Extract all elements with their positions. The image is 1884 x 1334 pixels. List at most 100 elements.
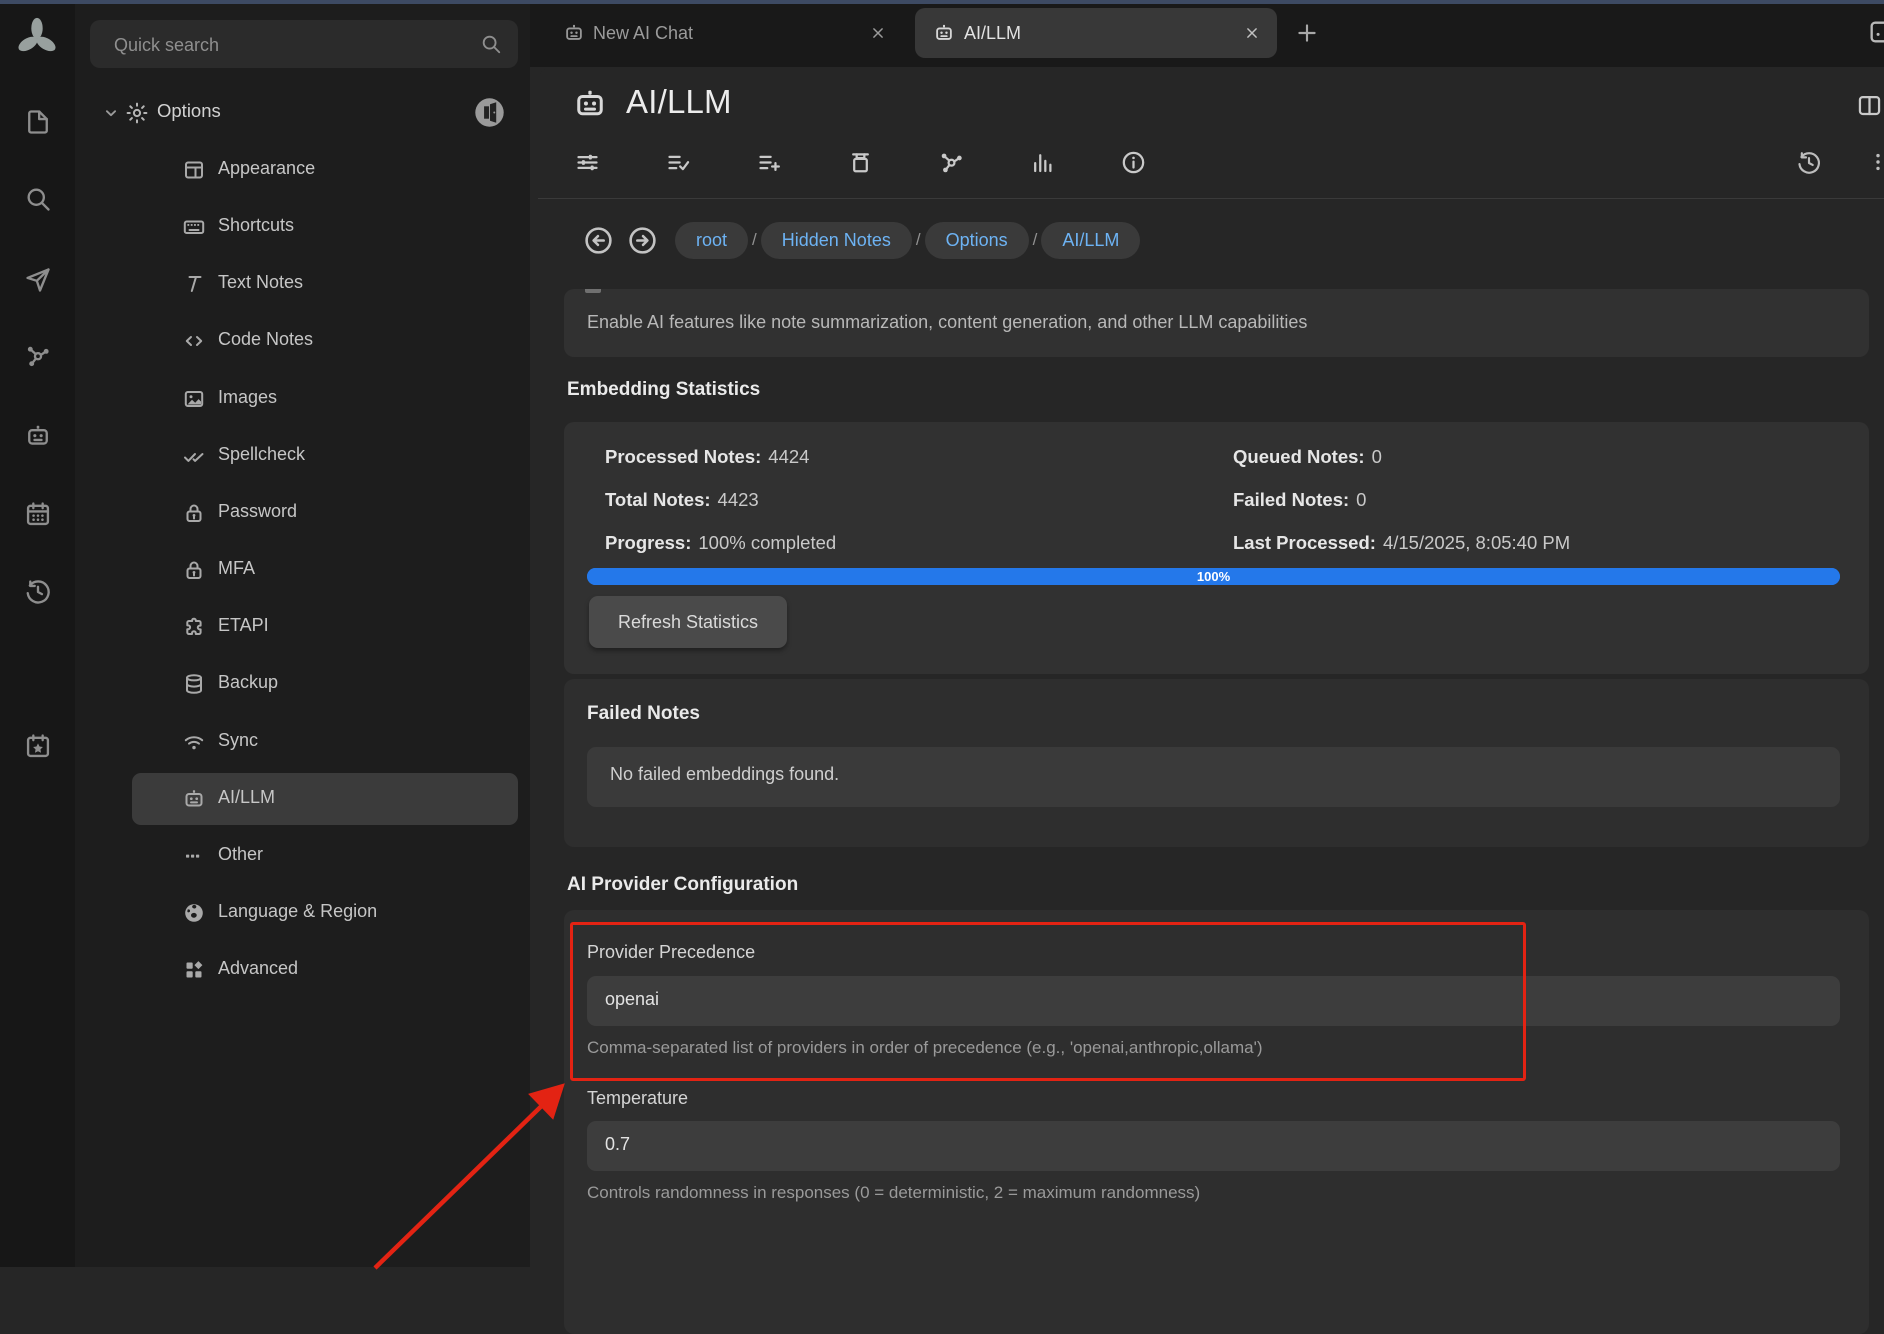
puzzle-icon	[182, 615, 206, 639]
sidebar-item-label[interactable]: Code Notes	[218, 329, 313, 350]
sidebar-item-label[interactable]: Images	[218, 387, 277, 408]
search-input[interactable]	[112, 20, 476, 70]
sidebar-item-label[interactable]: Appearance	[218, 158, 315, 179]
sidebar-item-label[interactable]: Text Notes	[218, 272, 303, 293]
wifi-icon	[182, 730, 206, 754]
sidebar-item-sync[interactable]: Sync	[75, 722, 530, 762]
breadcrumb-separator: /	[916, 230, 921, 250]
trilium-logo-icon	[15, 14, 59, 58]
sidebar-item-appearance[interactable]: Appearance	[75, 150, 530, 190]
provider-precedence-help: Comma-separated list of providers in ord…	[587, 1038, 1263, 1058]
history-icon[interactable]	[24, 578, 52, 606]
tab-label[interactable]: AI/LLM	[964, 23, 1243, 44]
sidebar-item-label[interactable]: Other	[218, 844, 263, 865]
robot-icon[interactable]	[24, 422, 52, 450]
sidebar-item-language-region[interactable]: Language & Region	[75, 893, 530, 933]
close-icon[interactable]	[869, 24, 887, 42]
sidebar-item-label[interactable]: Shortcuts	[218, 215, 294, 236]
stat-row: Processed Notes:4424	[605, 435, 836, 478]
tab-label[interactable]: New AI Chat	[593, 23, 869, 44]
chart-icon[interactable]	[1029, 149, 1056, 176]
temperature-input[interactable]: 0.7	[587, 1121, 1840, 1171]
temperature-value: 0.7	[605, 1134, 630, 1155]
list-plus-icon[interactable]	[756, 149, 783, 176]
close-icon[interactable]	[1243, 24, 1261, 42]
breadcrumb-ai-llm[interactable]: AI/LLM	[1041, 222, 1140, 259]
sidebar-item-text-notes[interactable]: Text Notes	[75, 264, 530, 304]
toolbar-divider	[538, 198, 1884, 199]
jar-icon[interactable]	[847, 149, 874, 176]
note-title[interactable]: AI/LLM	[626, 83, 732, 121]
list-check-icon[interactable]	[665, 149, 692, 176]
sidebar-item-images[interactable]: Images	[75, 379, 530, 419]
breadcrumb-root[interactable]: root	[675, 222, 748, 259]
tree-root-options[interactable]: Options	[75, 93, 530, 133]
sidebar-item-password[interactable]: Password	[75, 493, 530, 533]
share-graph-icon[interactable]	[938, 149, 965, 176]
provider-precedence-input[interactable]: openai	[587, 976, 1840, 1026]
tab-ai-llm[interactable]: AI/LLM	[915, 8, 1277, 58]
quick-search[interactable]	[90, 20, 518, 68]
ai-description-box: Enable AI features like note summarizati…	[564, 289, 1869, 357]
sidebar-item-ai-llm[interactable]: AI/LLM	[75, 779, 530, 819]
sidebar-item-label[interactable]: MFA	[218, 558, 255, 579]
failed-notes-box: No failed embeddings found.	[587, 747, 1840, 807]
calendar-icon[interactable]	[24, 500, 52, 528]
calendar-star-icon[interactable]	[24, 732, 52, 760]
sidebar-item-label[interactable]: Password	[218, 501, 297, 522]
spellcheck-icon	[182, 444, 206, 468]
sidebar-item-label[interactable]: Backup	[218, 672, 278, 693]
stat-row: Failed Notes:0	[1233, 478, 1570, 521]
sidebar-item-label[interactable]: AI/LLM	[218, 787, 275, 808]
sidebar-item-label[interactable]: Sync	[218, 730, 258, 751]
launcher-rail	[0, 0, 75, 1267]
text-icon	[182, 272, 206, 296]
breadcrumb: root/Hidden Notes/Options/AI/LLM	[583, 218, 1140, 262]
tab-new-ai-chat[interactable]: New AI Chat	[557, 6, 901, 60]
sidebar-item-label[interactable]: Language & Region	[218, 901, 377, 922]
breadcrumb-hidden-notes[interactable]: Hidden Notes	[761, 222, 912, 259]
search-icon[interactable]	[24, 185, 52, 213]
note-revisions-icon[interactable]	[1796, 150, 1822, 176]
sidebar-item-mfa[interactable]: MFA	[75, 550, 530, 590]
sidebar-item-shortcuts[interactable]: Shortcuts	[75, 207, 530, 247]
share-graph-icon[interactable]	[24, 342, 52, 370]
unhoist-button[interactable]	[474, 97, 505, 128]
note-icon[interactable]	[24, 108, 52, 136]
stats-column-left: Processed Notes:4424Total Notes:4423Prog…	[605, 435, 836, 564]
forward-icon[interactable]	[627, 225, 658, 256]
temperature-help: Controls randomness in responses (0 = de…	[587, 1183, 1200, 1203]
new-tab-button[interactable]	[1294, 20, 1320, 46]
stats-column-right: Queued Notes:0Failed Notes:0Last Process…	[1233, 435, 1570, 564]
failed-notes-message: No failed embeddings found.	[610, 764, 839, 785]
sidebar-item-etapi[interactable]: ETAPI	[75, 607, 530, 647]
failed-notes-section: Failed Notes No failed embeddings found.	[564, 679, 1869, 847]
image-icon	[182, 387, 206, 411]
split-view-icon[interactable]	[1856, 92, 1883, 119]
robot-icon	[563, 22, 585, 44]
sidebar-item-other[interactable]: Other	[75, 836, 530, 876]
sliders-icon[interactable]	[574, 149, 601, 176]
refresh-statistics-button[interactable]: Refresh Statistics	[589, 596, 787, 648]
clipped-checkbox-remnant	[585, 289, 601, 293]
sidebar-item-label[interactable]: Advanced	[218, 958, 298, 979]
stat-row: Progress:100% completed	[605, 521, 836, 564]
sidebar-item-code-notes[interactable]: Code Notes	[75, 321, 530, 361]
tree-root-label[interactable]: Options	[157, 100, 221, 122]
provider-precedence-label: Provider Precedence	[587, 942, 755, 963]
sidebar-item-backup[interactable]: Backup	[75, 664, 530, 704]
chevron-down-icon[interactable]	[100, 102, 122, 124]
send-icon[interactable]	[24, 266, 52, 294]
back-icon[interactable]	[583, 225, 614, 256]
info-icon[interactable]	[1120, 149, 1147, 176]
more-options-icon[interactable]	[1866, 150, 1884, 174]
sidebar-item-label[interactable]: ETAPI	[218, 615, 269, 636]
lock-icon	[182, 501, 206, 525]
breadcrumb-options[interactable]: Options	[925, 222, 1029, 259]
sidebar-item-spellcheck[interactable]: Spellcheck	[75, 436, 530, 476]
robot-icon	[572, 86, 608, 122]
new-window-icon[interactable]	[1867, 18, 1884, 46]
sidebar-item-advanced[interactable]: Advanced	[75, 950, 530, 990]
appearance-icon	[182, 158, 206, 182]
sidebar-item-label[interactable]: Spellcheck	[218, 444, 305, 465]
